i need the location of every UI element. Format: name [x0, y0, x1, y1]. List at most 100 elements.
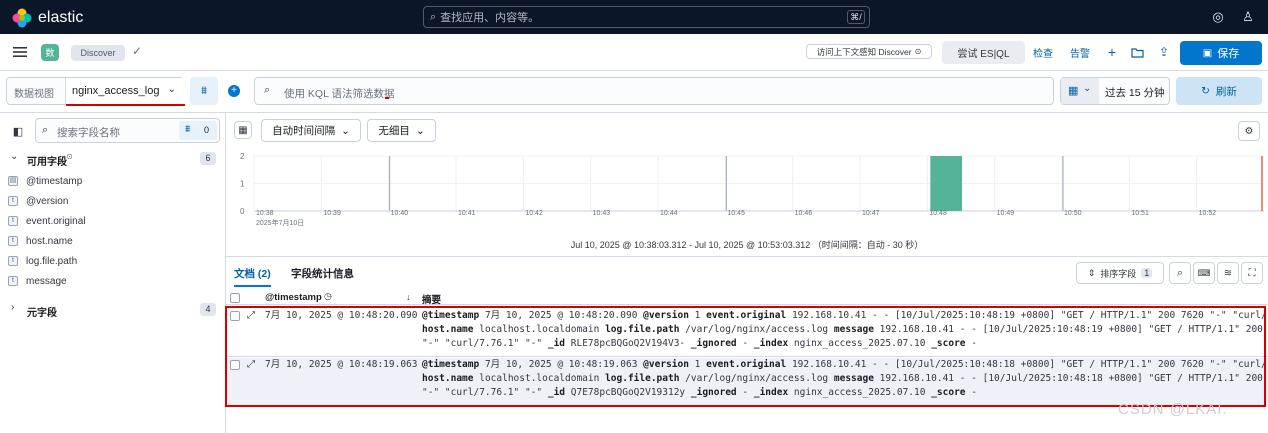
- text-icon: t: [8, 196, 18, 206]
- expand-row-icon[interactable]: ⤢: [247, 358, 255, 372]
- refresh-button[interactable]: ↻ 刷新: [1176, 77, 1262, 105]
- user-menu-icon[interactable]: ♙: [1240, 9, 1256, 25]
- text-icon: t: [8, 236, 18, 246]
- display-settings-icon[interactable]: ≋: [1217, 262, 1239, 284]
- hamburger-menu-button[interactable]: [10, 44, 30, 60]
- breadcrumb-discover[interactable]: Discover: [71, 45, 125, 61]
- brand-name: elastic: [38, 9, 84, 26]
- filter-count: 0: [204, 125, 210, 135]
- alerts-button[interactable]: 告警: [1067, 43, 1093, 61]
- data-view-selector[interactable]: nginx_access_log ⌄: [65, 78, 185, 106]
- new-search-icon[interactable]: +: [1104, 43, 1120, 61]
- field-item[interactable]: t event.original: [8, 213, 85, 229]
- summary-ignored: -: [742, 338, 749, 349]
- add-filter-button[interactable]: +: [222, 77, 246, 105]
- row-checkbox[interactable]: [230, 360, 240, 370]
- save-button[interactable]: ▣ 保存: [1180, 41, 1262, 65]
- summary-timestamp: 7月 10, 2025 @ 10:48:19.063: [484, 359, 638, 370]
- summary-path: /var/log/nginx/access.log: [685, 373, 829, 384]
- red-marker-annotation: [385, 97, 389, 99]
- sort-label: 排序字段: [1100, 268, 1137, 279]
- available-count-badge: 6: [200, 152, 216, 165]
- space-avatar[interactable]: 数: [41, 44, 59, 61]
- info-icon: ⊙: [914, 47, 922, 56]
- search-icon[interactable]: ⌕: [1169, 262, 1191, 284]
- meta-fields-header[interactable]: › 元字段 4: [8, 302, 218, 319]
- collapse-sidebar-icon[interactable]: ◧: [8, 122, 28, 140]
- data-view-label: 数据视图: [14, 89, 54, 100]
- field-item[interactable]: t log.file.path: [8, 253, 77, 269]
- sort-desc-icon[interactable]: ↓: [406, 292, 411, 302]
- summary-message-tail: "-" "curl/7.76.1" "-": [422, 338, 543, 349]
- elastic-logo[interactable]: elastic: [12, 8, 83, 28]
- x-tick-label: 10:42: [525, 210, 543, 217]
- col-timestamp-header[interactable]: @timestamp: [265, 292, 322, 303]
- field-item[interactable]: t message: [8, 273, 67, 289]
- interval-selector[interactable]: 自动时间间隔 ⌄: [261, 119, 361, 142]
- y-tick-label: 2: [240, 152, 245, 161]
- main-content: ▦ 自动时间间隔 ⌄ 无细目 ⌄ ⚙ 2 1 0 10:38 10:39 10:40 10…: [226, 113, 1268, 433]
- fullscreen-icon[interactable]: ⛶: [1241, 262, 1263, 284]
- x-tick-label: 10:46: [794, 210, 813, 217]
- search-icon: ⌕: [42, 124, 49, 136]
- sort-fields-button[interactable]: ⇕ 排序字段 1: [1076, 262, 1164, 284]
- select-all-checkbox[interactable]: [230, 293, 240, 303]
- field-name: message: [26, 275, 67, 287]
- histogram-chart: 2 1 0: [240, 152, 1264, 216]
- field-search-input[interactable]: ⌕ 搜索字段名称 ⩩ 0: [35, 118, 220, 143]
- chart-options-icon[interactable]: ⚙: [1238, 121, 1260, 141]
- row-summary: @timestamp 7月 10, 2025 @ 10:48:20.090 @v…: [422, 309, 1264, 351]
- x-tick-label: 10:47: [862, 210, 880, 217]
- field-item[interactable]: ▤ @timestamp: [8, 173, 82, 189]
- quick-menu-button[interactable]: ▦ ⌄: [1061, 78, 1099, 104]
- open-folder-icon[interactable]: [1128, 43, 1146, 61]
- field-name: @version: [26, 195, 69, 207]
- data-view-value: nginx_access_log: [72, 85, 160, 97]
- meta-count-badge: 4: [200, 303, 216, 316]
- kql-search-input[interactable]: ⌕ 使用 KQL 语法筛选数据: [254, 77, 1054, 105]
- global-search-placeholder: 查找应用、内容等。: [440, 12, 540, 24]
- col-summary-header[interactable]: 摘要: [422, 292, 441, 306]
- kql-placeholder: 使用 KQL 语法筛选数据: [284, 88, 395, 100]
- data-view-picker[interactable]: 数据视图 nginx_access_log ⌄: [6, 77, 185, 106]
- sort-icon: ⇕: [1087, 267, 1096, 278]
- global-search-input[interactable]: ⌕ 查找应用、内容等。 ⌘/: [423, 6, 870, 28]
- inspect-button[interactable]: 检查: [1030, 43, 1056, 61]
- summary-index: nginx_access_2025.07.10: [793, 387, 926, 398]
- toggle-chart-icon[interactable]: ▦: [234, 121, 252, 139]
- keyboard-icon[interactable]: ⌨: [1193, 262, 1215, 284]
- available-fields-label: 可用字段: [27, 157, 67, 168]
- x-tick-label: 10:41: [458, 210, 476, 217]
- field-item[interactable]: t host.name: [8, 233, 73, 249]
- context-aware-discover-button[interactable]: 访问上下文感知 Discover ⊙: [806, 44, 932, 59]
- field-item[interactable]: t @version: [8, 193, 68, 209]
- app-menu-bar: 数 Discover ✓ 访问上下文感知 Discover ⊙ 尝试 ES|QL…: [0, 34, 1268, 71]
- check-icon: ✓: [132, 44, 143, 58]
- row-checkbox[interactable]: [230, 311, 240, 321]
- tab-documents[interactable]: 文档 (2): [234, 266, 271, 287]
- time-picker[interactable]: ▦ ⌄ 过去 15 分钟: [1060, 77, 1170, 105]
- field-filter-button[interactable]: ⩩ 0: [179, 121, 217, 140]
- context-aware-label: 访问上下文感知 Discover: [816, 46, 912, 57]
- filter-button[interactable]: ⩩: [190, 77, 218, 105]
- table-row[interactable]: ⤢ 7月 10, 2025 @ 10:48:20.090 @timestamp …: [226, 309, 1268, 357]
- text-icon: t: [8, 256, 18, 266]
- available-fields-header[interactable]: ⌄ 可用字段 ⊙ 6: [8, 151, 218, 168]
- save-label: 保存: [1217, 48, 1240, 60]
- summary-version: 1: [694, 310, 701, 321]
- help-icon[interactable]: ◎: [1210, 9, 1226, 25]
- try-esql-button[interactable]: 尝试 ES|QL: [942, 41, 1025, 64]
- query-bar: 数据视图 nginx_access_log ⌄ ⩩ + ⌕ 使用 KQL 语法筛…: [0, 71, 1268, 113]
- histogram-bar: [930, 156, 962, 211]
- field-name: event.original: [26, 215, 86, 227]
- summary-version: 1: [694, 359, 701, 370]
- clock-icon: ◷: [324, 291, 332, 301]
- expand-row-icon[interactable]: ⤢: [247, 309, 255, 323]
- x-tick-label: 10:51: [1131, 210, 1149, 217]
- table-row[interactable]: ⤢ 7月 10, 2025 @ 10:48:19.063 @timestamp …: [226, 358, 1268, 406]
- breakdown-selector[interactable]: 无细目 ⌄: [367, 119, 436, 142]
- field-name: host.name: [26, 235, 73, 247]
- share-icon[interactable]: ⇪: [1155, 43, 1173, 61]
- x-axis-date: 2025年7月10日: [256, 220, 305, 227]
- tab-field-statistics[interactable]: 字段统计信息: [291, 266, 354, 281]
